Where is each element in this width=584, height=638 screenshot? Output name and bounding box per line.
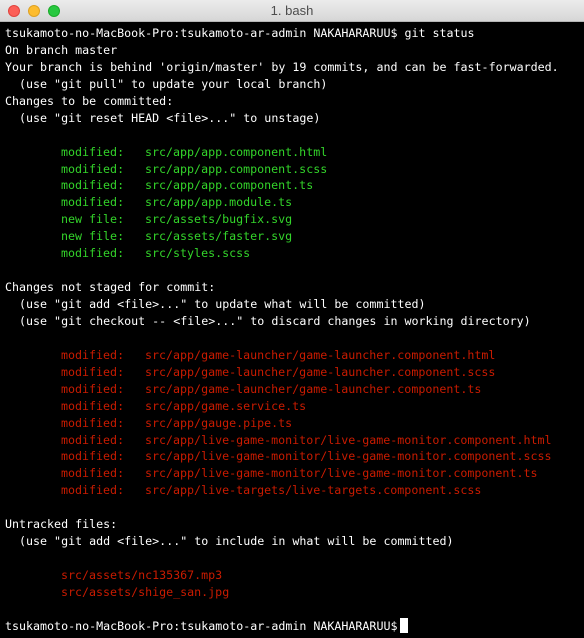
window-title: 1. bash [270, 3, 314, 18]
staged-file-row: modified: src/app/app.component.ts [5, 177, 581, 194]
staged-file-row: new file: src/assets/faster.svg [5, 228, 581, 245]
file-path: src/app/live-game-monitor/live-game-moni… [145, 466, 538, 481]
command-line: tsukamoto-no-MacBook-Pro:tsukamoto-ar-ad… [5, 25, 581, 42]
file-path: src/assets/bugfix.svg [145, 212, 293, 227]
file-status: modified: [61, 398, 125, 413]
staged-file-row: modified: src/styles.scss [5, 245, 581, 262]
file-status: modified: [61, 178, 125, 193]
file-status: modified: [61, 449, 125, 464]
pull-hint: (use "git pull" to update your local bra… [5, 76, 328, 91]
file-path: src/app/game-launcher/game-launcher.comp… [145, 364, 496, 379]
file-path: src/app/game.service.ts [145, 398, 307, 413]
branch-line: On branch master [5, 42, 118, 57]
file-status: modified: [61, 381, 125, 396]
untracked-hint: (use "git add <file>..." to include in w… [5, 534, 454, 549]
file-status: modified: [61, 246, 125, 261]
file-status: modified: [61, 161, 125, 176]
unstaged-file-row: modified: src/app/live-game-monitor/live-… [5, 448, 581, 465]
file-path: src/app/game-launcher/game-launcher.comp… [145, 347, 496, 362]
unstaged-hint-checkout: (use "git checkout -- <file>..." to disc… [5, 313, 531, 328]
title-bar[interactable]: 1. bash [0, 0, 584, 22]
staged-file-row: modified: src/app/app.component.html [5, 144, 581, 161]
staged-file-row: new file: src/assets/bugfix.svg [5, 211, 581, 228]
file-path: src/app/gauge.pipe.ts [145, 415, 293, 430]
unstaged-file-row: modified: src/app/game-launcher/game-laun… [5, 347, 581, 364]
file-path: src/assets/nc135367.mp3 [61, 568, 223, 582]
file-status: modified: [61, 364, 125, 379]
shell-prompt: tsukamoto-no-MacBook-Pro:tsukamoto-ar-ad… [5, 618, 398, 633]
unstaged-file-row: modified: src/app/live-targets/live-targe… [5, 482, 581, 499]
file-status: modified: [61, 466, 125, 481]
file-path: src/app/app.component.ts [145, 178, 314, 193]
terminal-cursor [400, 617, 409, 633]
file-path: src/assets/faster.svg [145, 229, 293, 244]
staged-file-row: modified: src/app/app.component.scss [5, 161, 581, 178]
terminal-output[interactable]: tsukamoto-no-MacBook-Pro:tsukamoto-ar-ad… [5, 25, 581, 635]
file-status: modified: [61, 347, 125, 362]
current-prompt-line: tsukamoto-no-MacBook-Pro:tsukamoto-ar-ad… [5, 617, 581, 635]
file-status: new file: [61, 229, 125, 244]
terminal-window: 1. bash tsukamoto-no-MacBook-Pro:tsukamo… [0, 0, 584, 638]
file-status: modified: [61, 195, 125, 210]
shell-prompt: tsukamoto-no-MacBook-Pro:tsukamoto-ar-ad… [5, 26, 398, 40]
command-text: git status [397, 26, 475, 40]
unstaged-file-row: modified: src/app/game-launcher/game-laun… [5, 364, 581, 381]
unstaged-file-row: modified: src/app/game.service.ts [5, 398, 581, 415]
untracked-header: Untracked files: [5, 517, 118, 532]
file-status: new file: [61, 212, 125, 227]
file-path: src/app/live-targets/live-targets.compon… [145, 483, 482, 498]
file-path: src/styles.scss [145, 246, 251, 261]
file-path: src/assets/shige_san.jpg [61, 584, 230, 599]
unstaged-file-row: modified: src/app/live-game-monitor/live-… [5, 465, 581, 482]
staged-file-row: modified: src/app/app.module.ts [5, 194, 581, 211]
file-status: modified: [61, 415, 125, 430]
unstaged-header: Changes not staged for commit: [5, 280, 216, 295]
file-path: src/app/game-launcher/game-launcher.comp… [145, 381, 482, 396]
staged-header: Changes to be committed: [5, 93, 174, 108]
file-path: src/app/app.component.scss [145, 161, 328, 176]
untracked-file-row: src/assets/shige_san.jpg [5, 584, 581, 601]
unstaged-file-row: modified: src/app/live-game-monitor/live-… [5, 432, 581, 449]
behind-message: Your branch is behind 'origin/master' by… [5, 59, 559, 74]
file-status: modified: [61, 432, 125, 447]
unstaged-file-row: modified: src/app/gauge.pipe.ts [5, 415, 581, 432]
file-status: modified: [61, 483, 125, 498]
file-path: src/app/live-game-monitor/live-game-moni… [145, 432, 552, 447]
file-path: src/app/live-game-monitor/live-game-moni… [145, 449, 552, 464]
file-path: src/app/app.module.ts [145, 195, 293, 210]
file-path: src/app/app.component.html [145, 144, 328, 159]
untracked-file-row: src/assets/nc135367.mp3 [5, 567, 581, 584]
file-status: modified: [61, 144, 125, 159]
unstaged-hint-add: (use "git add <file>..." to update what … [5, 297, 426, 311]
unstaged-file-row: modified: src/app/game-launcher/game-laun… [5, 381, 581, 398]
staged-hint: (use "git reset HEAD <file>..." to unsta… [5, 110, 321, 125]
